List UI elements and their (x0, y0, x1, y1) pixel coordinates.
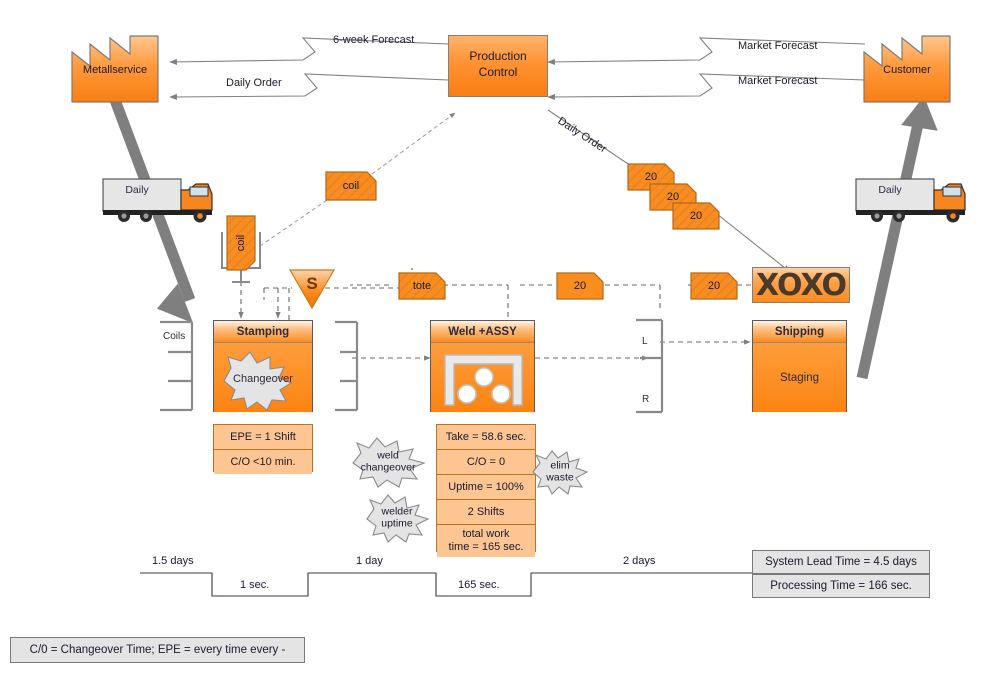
label-daily-order-supplier: Daily Order (226, 77, 282, 89)
label-six-week-forecast: 6-week Forecast (333, 34, 415, 46)
kaizen-welder-uptime-line1: welder (381, 505, 413, 518)
kaizen-burst-weld-changeover[interactable]: weld changeover (347, 435, 429, 489)
process-weld-assy-body (431, 343, 534, 412)
legend-box: C/0 = Changeover Time; EPE = every time … (10, 637, 305, 663)
process-shipping-body: Staging (753, 343, 846, 412)
process-shipping[interactable]: Shipping Staging (752, 320, 847, 412)
kanban-card-20-right[interactable]: 20 (690, 272, 738, 300)
signal-kanban-label: S (306, 274, 318, 293)
material-push-arrow-shipping-to-customer (856, 96, 938, 380)
data-box-stamping: EPE = 1 Shift C/O <10 min. (213, 424, 313, 474)
timeline-process-time-1: 165 sec. (458, 579, 500, 591)
kaizen-burst-elim-waste-text: elim waste (529, 460, 591, 483)
kanban-card-20-right-label: 20 (707, 280, 721, 292)
kanban-card-tote[interactable]: tote (398, 272, 446, 300)
timeline-lead-time-0: 1.5 days (152, 555, 194, 567)
kanban-card-20-stack-3-label: 20 (689, 210, 703, 222)
kaizen-burst-welder-uptime[interactable]: welder uptime (362, 492, 432, 544)
production-control-line1: Production (469, 49, 527, 63)
kaizen-weld-changeover-line1: weld (377, 449, 399, 462)
supplier-factory[interactable]: Metallservice (70, 32, 160, 104)
kanban-card-coil-inventory[interactable]: coil (226, 215, 256, 271)
production-control-line2: Control (478, 65, 518, 80)
process-shipping-staging-label: Staging (779, 371, 819, 384)
label-market-forecast-top: Market Forecast (738, 40, 818, 52)
kanban-card-20-stack-3[interactable]: 20 (672, 202, 720, 230)
kaizen-burst-welder-uptime-text: welder uptime (362, 506, 432, 529)
customer-factory[interactable]: Customer (862, 32, 952, 104)
inbound-truck[interactable]: Daily (100, 176, 215, 224)
signal-kanban-triangle[interactable]: S (288, 268, 336, 310)
process-weld-assy-title: Weld +ASSY (431, 321, 534, 343)
outbound-truck[interactable]: Daily (853, 176, 968, 224)
production-control-box[interactable]: Production Control (448, 35, 548, 97)
kaizen-weld-changeover-line2: changeover (360, 461, 416, 473)
supermarket-coils-label: Coils (163, 331, 186, 342)
kaizen-burst-elim-waste[interactable]: elim waste (529, 448, 591, 496)
process-weld-assy[interactable]: Weld +ASSY (430, 320, 535, 412)
kaizen-burst-weld-changeover-text: weld changeover (347, 450, 429, 473)
kanban-card-20-mid-label: 20 (573, 280, 587, 292)
process-stamping-title: Stamping (214, 321, 312, 343)
data-box-weld-row-3: 2 Shifts (437, 500, 535, 525)
timeline-lead-time-2: 2 days (623, 555, 656, 567)
summary-processing-time: Processing Time = 166 sec. (752, 574, 930, 598)
xoxo-label: XOXO (755, 267, 847, 303)
process-stamping-body: Changeover (214, 343, 312, 412)
data-box-weld-row-0: Take = 58.6 sec. (437, 425, 535, 450)
outbound-truck-label: Daily (878, 184, 902, 196)
xoxo-box[interactable]: XOXO (752, 267, 850, 303)
kanban-card-coil-inventory-label: coil (235, 234, 247, 252)
supermarket-weld-out-lower-label: R (642, 394, 650, 405)
timeline-lead-time-1: 1 day (356, 555, 383, 567)
timeline-sawtooth (140, 572, 752, 597)
data-box-weld-row-1: C/O = 0 (437, 450, 535, 475)
label-market-forecast-bottom: Market Forecast (738, 75, 818, 87)
kanban-card-tote-label: tote (412, 280, 432, 292)
value-stream-map-canvas: Metallservice Customer Production Contro… (0, 0, 1000, 680)
kaizen-welder-uptime-line2: uptime (381, 517, 413, 529)
process-stamping[interactable]: Stamping Changeover (213, 320, 313, 412)
data-box-weld-assy: Take = 58.6 sec. C/O = 0 Uptime = 100% 2… (436, 424, 536, 557)
summary-system-lead-time: System Lead Time = 4.5 days (752, 550, 930, 574)
kanban-card-20-mid[interactable]: 20 (556, 272, 604, 300)
customer-label: Customer (883, 64, 931, 76)
kanban-card-20-stack-1-label: 20 (644, 171, 658, 183)
data-box-stamping-row-0: EPE = 1 Shift (214, 425, 312, 450)
kaizen-elim-waste-line1: elim (550, 459, 570, 472)
kanban-card-coil-upper[interactable]: coil (325, 171, 377, 201)
data-box-stamping-row-1: C/O <10 min. (214, 450, 312, 474)
process-shipping-title: Shipping (753, 321, 846, 343)
arrow-daily-order-supplier (169, 73, 449, 101)
data-box-weld-row-4: total work time = 165 sec. (437, 525, 535, 557)
kaizen-elim-waste-line2: waste (546, 471, 574, 483)
supplier-label: Metallservice (82, 64, 148, 76)
inbound-truck-label: Daily (125, 184, 149, 196)
kanban-card-coil-upper-label: coil (342, 180, 360, 192)
timeline-process-time-0: 1 sec. (240, 579, 270, 591)
data-box-weld-row-2: Uptime = 100% (437, 475, 535, 500)
supermarket-weld-out-upper-label: L (642, 336, 648, 347)
process-stamping-kaizen-label: Changeover (233, 372, 293, 385)
